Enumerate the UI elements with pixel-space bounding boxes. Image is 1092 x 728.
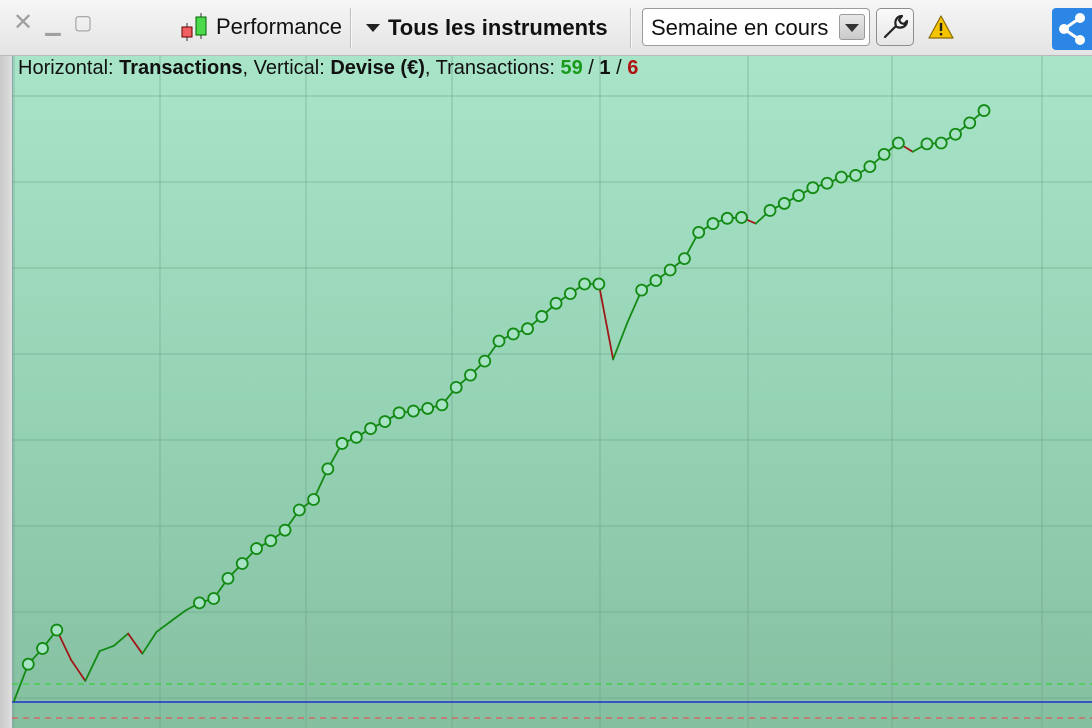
- trade-marker: [36, 642, 49, 655]
- trade-marker: [207, 592, 221, 605]
- trade-marker: [692, 225, 706, 239]
- separator: /: [582, 57, 600, 79]
- trade-marker: [877, 147, 891, 161]
- trade-marker: [421, 402, 435, 415]
- close-icon[interactable]: ✕: [12, 11, 34, 35]
- trade-marker: [763, 204, 777, 217]
- trade-marker: [963, 116, 977, 130]
- trade-marker: [934, 136, 948, 150]
- trade-marker: [949, 127, 962, 141]
- trade-marker: [278, 523, 292, 537]
- trade-marker: [535, 310, 549, 323]
- trade-marker: [193, 596, 206, 610]
- trade-marker: [335, 437, 349, 450]
- trade-marker: [378, 415, 392, 428]
- trade-marker: [720, 211, 734, 225]
- transactions-label: , Transactions:: [424, 57, 561, 79]
- trade-marker: [435, 398, 449, 412]
- caret-down-icon: [366, 24, 380, 32]
- trade-marker: [592, 277, 606, 291]
- trade-marker: [521, 322, 534, 336]
- trade-marker: [478, 354, 492, 368]
- trade-marker: [235, 557, 249, 570]
- minimize-icon[interactable]: ▁: [42, 14, 64, 36]
- curve-segment: [70, 658, 87, 682]
- trade-marker: [663, 263, 677, 277]
- trade-marker: [563, 287, 577, 301]
- trade-marker: [349, 430, 363, 444]
- share-icon: [1059, 13, 1085, 45]
- trade-marker: [735, 211, 748, 224]
- instruments-label: Tous les instruments: [388, 15, 608, 40]
- period-select[interactable]: Semaine en cours: [642, 8, 870, 46]
- trade-marker: [264, 534, 278, 548]
- trade-marker: [364, 422, 378, 435]
- trade-marker: [849, 169, 863, 182]
- trade-marker: [806, 181, 820, 195]
- trade-marker: [221, 571, 235, 585]
- trade-marker: [449, 380, 463, 394]
- instruments-dropdown[interactable]: Tous les instruments: [366, 12, 608, 44]
- performance-button[interactable]: Performance: [178, 10, 342, 44]
- curve-segment: [155, 620, 172, 633]
- chart-info-line: Horizontal: Transactions, Vertical: Devi…: [18, 57, 638, 80]
- trade-marker: [321, 462, 335, 476]
- share-button[interactable]: [1052, 8, 1092, 50]
- trade-marker: [678, 252, 691, 266]
- curve-segment: [98, 644, 115, 652]
- trade-marker: [250, 542, 263, 555]
- curve-segment: [597, 283, 615, 361]
- trade-marker: [977, 104, 991, 117]
- toolbar-divider: [350, 8, 352, 48]
- trade-marker: [21, 657, 35, 671]
- trade-marker: [492, 334, 506, 348]
- vertical-label: , Vertical:: [242, 57, 331, 79]
- warning-icon[interactable]: [928, 14, 954, 40]
- chart-grid: [12, 56, 1092, 728]
- trade-marker: [307, 493, 320, 506]
- trade-marker: [792, 189, 805, 202]
- trade-marker: [892, 136, 905, 150]
- trade-marker: [506, 327, 520, 341]
- trade-marker: [392, 406, 406, 420]
- trade-marker: [777, 197, 791, 210]
- chevron-down-icon[interactable]: [839, 14, 865, 40]
- trade-marker: [706, 217, 720, 230]
- wins-count: 59: [560, 57, 583, 79]
- trade-marker: [464, 368, 477, 382]
- wrench-icon: [883, 14, 909, 39]
- neutral-count: 1: [599, 57, 611, 79]
- trade-marker: [820, 176, 834, 190]
- curve-segment: [127, 632, 144, 655]
- horizontal-value: Transactions: [119, 57, 243, 79]
- trade-marker: [292, 503, 306, 517]
- performance-label: Performance: [216, 14, 342, 39]
- performance-chart: [12, 56, 1092, 728]
- settings-button[interactable]: [876, 8, 914, 46]
- trade-marker: [407, 404, 420, 418]
- trade-markers: [21, 104, 991, 671]
- curve-segment: [141, 630, 158, 655]
- trade-marker: [920, 137, 934, 151]
- curve-segment: [84, 650, 101, 682]
- trade-marker: [549, 296, 563, 310]
- toolbar-divider: [630, 8, 632, 48]
- separator: /: [610, 57, 628, 79]
- trade-marker: [635, 283, 649, 297]
- horizontal-label: Horizontal:: [18, 57, 120, 79]
- losses-count: 6: [627, 57, 639, 79]
- trade-marker: [50, 623, 64, 637]
- trade-marker: [834, 170, 848, 184]
- period-value: Semaine en cours: [651, 15, 829, 40]
- candlestick-icon: [181, 13, 207, 41]
- trade-marker: [649, 274, 663, 287]
- trade-marker: [863, 160, 877, 174]
- trade-marker: [578, 277, 591, 291]
- curve-segment: [112, 632, 130, 647]
- vertical-value: Devise (€): [330, 57, 425, 79]
- reference-lines: [12, 683, 1092, 719]
- maximize-icon[interactable]: ▢: [72, 12, 94, 34]
- toolbar: ✕ ▁ ▢ Performance Tous les instruments S…: [0, 0, 1092, 56]
